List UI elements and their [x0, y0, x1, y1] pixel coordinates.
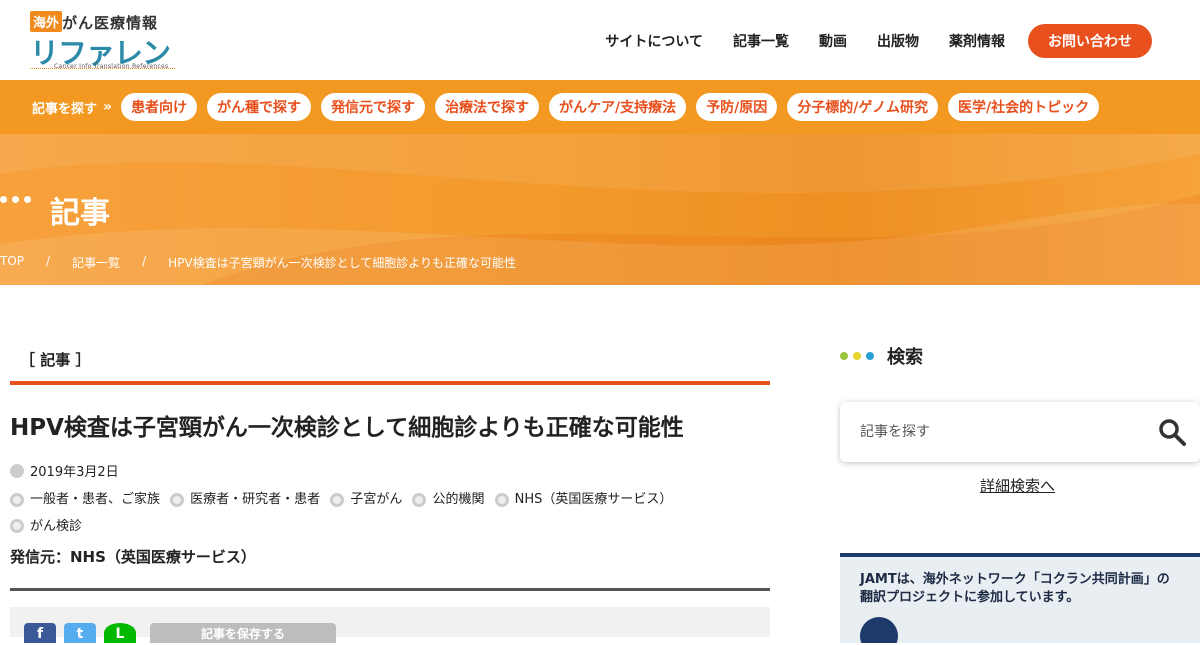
- tag-label: 一般者・患者、ご家族: [30, 492, 161, 507]
- heading-dot-icon: [840, 352, 848, 360]
- tag-screening[interactable]: がん検診: [10, 515, 82, 538]
- site-logo[interactable]: 海外 がん医療情報 リファレンス Cancer Info Translation…: [30, 10, 180, 112]
- category-bar: 記事を探す » 患者向け がん種で探す 発信元で探す 治療法で探す がんケア/支…: [0, 80, 1200, 134]
- category-prevention[interactable]: 予防/原因: [696, 93, 778, 121]
- page-title: 記事: [50, 196, 110, 231]
- tag-label: 子宮がん: [350, 492, 403, 507]
- tag-general[interactable]: 一般者・患者、ご家族: [10, 488, 160, 511]
- save-article-button[interactable]: 記事を保存する: [150, 623, 336, 643]
- breadcrumb-current: HPV検査は子宮頸がん一次検診として細胞診よりも正確な可能性: [168, 256, 516, 270]
- article-title: HPV検査は子宮頸がん一次検診として細胞診よりも正確な可能性: [10, 415, 684, 441]
- tag-label: NHS（英国医療サービス）: [514, 492, 673, 507]
- banner-text: JAMTは、海外ネットワーク「コクラン共同計画」の 翻訳プロジェクトに参加してい…: [860, 572, 1170, 605]
- line-share-button[interactable]: L: [104, 623, 136, 643]
- article-divider: [10, 381, 770, 385]
- facebook-share-button[interactable]: f: [24, 623, 56, 643]
- heading-dot-icon: [866, 352, 874, 360]
- article-source: 発信元：NHS（英国医療サービス）: [10, 548, 256, 566]
- category-treatment[interactable]: 治療法で探す: [435, 93, 540, 121]
- search-input[interactable]: [860, 420, 1140, 444]
- nav-videos[interactable]: 動画: [819, 31, 847, 51]
- tag-label: 公的機関: [432, 492, 485, 507]
- logo-english: Cancer Info Translation References: [54, 63, 169, 70]
- tag-icon: [494, 492, 509, 507]
- nav-articles[interactable]: 記事一覧: [733, 31, 789, 51]
- nav-about[interactable]: サイトについて: [605, 31, 703, 51]
- tag-public-agency[interactable]: 公的機関: [412, 488, 484, 511]
- category-source[interactable]: 発信元で探す: [321, 93, 426, 121]
- source-divider: [10, 588, 770, 591]
- search-box: [840, 402, 1200, 462]
- category-cancer-type[interactable]: がん種で探す: [207, 93, 312, 121]
- tag-icon: [412, 492, 427, 507]
- category-care[interactable]: がんケア/支持療法: [549, 93, 687, 121]
- category-molecular[interactable]: 分子標的/ゲノム研究: [787, 93, 939, 121]
- nav-drug-info[interactable]: 薬剤情報: [949, 31, 1005, 51]
- tag-label: 医療者・研究者・患者: [190, 492, 321, 507]
- tag-icon: [10, 519, 24, 533]
- hero-dots-icon: [0, 196, 31, 203]
- share-bar: f t L 記事を保存する: [10, 607, 770, 643]
- breadcrumb-separator: /: [142, 254, 147, 268]
- page-hero: 記事 TOP / 記事一覧 / HPV検査は子宮頸がん一次検診として細胞診よりも…: [0, 134, 1200, 285]
- article-date: 2019年3月2日: [10, 461, 119, 480]
- article-tags: 一般者・患者、ご家族 医療者・研究者・患者 子宮がん 公的機関 NHS（英国医療…: [10, 488, 710, 541]
- advanced-search-link[interactable]: 詳細検索へ: [980, 475, 1055, 496]
- article-date-text: 2019年3月2日: [30, 465, 119, 480]
- category-medical-social[interactable]: 医学/社会的トピック: [948, 93, 1100, 121]
- category-bar-label: 記事を探す: [32, 101, 98, 117]
- tag-icon: [10, 492, 24, 507]
- category-patients[interactable]: 患者向け: [121, 93, 198, 121]
- heading-dot-icon: [853, 352, 861, 360]
- tag-icon: [330, 492, 345, 507]
- cochrane-logo-icon: [860, 617, 898, 643]
- sidebar-search-heading: 検索: [840, 343, 923, 369]
- contact-button[interactable]: お問い合わせ: [1028, 24, 1152, 58]
- main-nav: サイトについて 記事一覧 動画 出版物 薬剤情報 お問い合わせ: [575, 24, 1152, 58]
- tag-professionals[interactable]: 医療者・研究者・患者: [170, 488, 320, 511]
- tag-label: がん検診: [30, 518, 83, 534]
- sidebar-heading-text: 検索: [887, 347, 923, 368]
- search-icon[interactable]: [1158, 418, 1186, 446]
- breadcrumb: TOP / 記事一覧 / HPV検査は子宮頸がん一次検診として細胞診よりも正確な…: [0, 254, 538, 271]
- breadcrumb-top[interactable]: TOP: [0, 254, 24, 271]
- tag-icon: [170, 492, 185, 507]
- site-header: 海外 がん医療情報 リファレンス Cancer Info Translation…: [0, 0, 1200, 112]
- nav-publications[interactable]: 出版物: [877, 31, 919, 51]
- double-chevron-icon: »: [103, 99, 112, 115]
- tag-uterine-cancer[interactable]: 子宮がん: [330, 488, 402, 511]
- twitter-share-button[interactable]: t: [64, 623, 96, 643]
- breadcrumb-separator: /: [46, 254, 51, 268]
- logo-badge: 海外: [30, 11, 63, 32]
- breadcrumb-articles[interactable]: 記事一覧: [72, 254, 120, 271]
- clock-icon: [10, 463, 24, 478]
- article-kicker: ［ 記事 ］: [20, 351, 91, 369]
- tag-nhs[interactable]: NHS（英国医療サービス）: [494, 488, 673, 511]
